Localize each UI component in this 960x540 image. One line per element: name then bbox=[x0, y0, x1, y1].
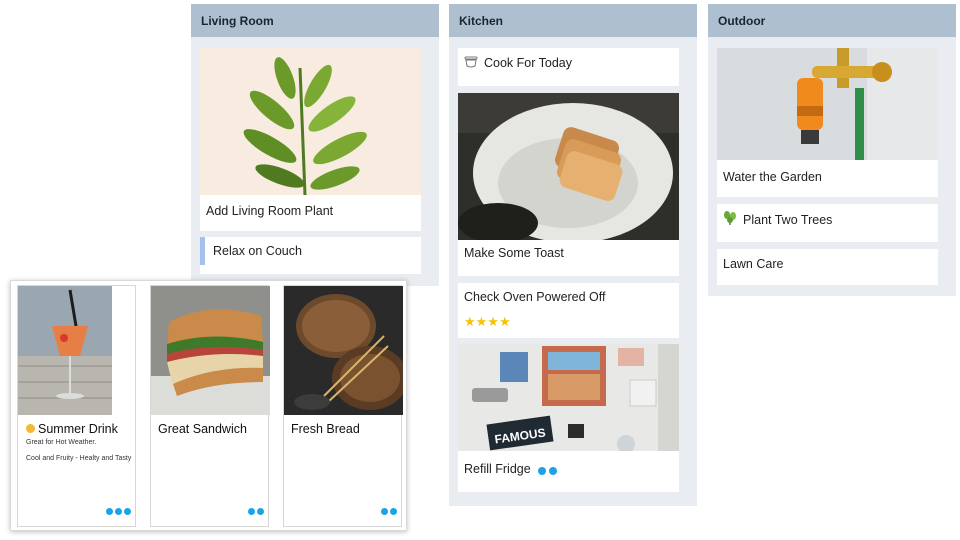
card-title: Check Oven Powered Off bbox=[464, 290, 606, 304]
card-title: Relax on Couch bbox=[213, 244, 302, 258]
card-title: Cook For Today bbox=[484, 56, 573, 70]
popup-card-title: Summer Drink bbox=[38, 422, 118, 436]
column-outdoor: Outdoor Water the Garden Plant Two Trees… bbox=[708, 4, 956, 296]
card-water-the-garden[interactable]: Water the Garden bbox=[717, 48, 938, 197]
sun-icon bbox=[26, 424, 35, 433]
popup-card-description: Great for Hot Weather. bbox=[26, 439, 97, 446]
card-cook-for-today[interactable]: Cook For Today bbox=[458, 48, 679, 86]
popup-card-description: Cool and Fruity - Healty and Tasty bbox=[26, 455, 132, 462]
card-make-some-toast[interactable]: Make Some Toast bbox=[458, 93, 679, 276]
column-header: Kitchen bbox=[449, 4, 697, 37]
status-dot bbox=[115, 508, 122, 515]
status-dot bbox=[248, 508, 255, 515]
status-dots bbox=[381, 502, 399, 520]
card-title: Water the Garden bbox=[723, 170, 822, 184]
sprout-icon bbox=[724, 211, 736, 225]
toast-image bbox=[458, 93, 679, 240]
status-dots bbox=[538, 462, 560, 480]
card-relax-on-couch[interactable]: Relax on Couch bbox=[200, 237, 421, 274]
column-header: Outdoor bbox=[708, 4, 956, 37]
card-title: Add Living Room Plant bbox=[206, 204, 334, 218]
popup-card-title: Great Sandwich bbox=[158, 422, 247, 436]
status-dots bbox=[106, 502, 133, 520]
garden-tap-image bbox=[717, 48, 938, 160]
popup-card-great-sandwich[interactable]: Great Sandwich bbox=[150, 285, 270, 527]
status-dot bbox=[538, 467, 546, 475]
card-add-living-room-plant[interactable]: Add Living Room Plant bbox=[200, 48, 421, 231]
status-dot bbox=[106, 508, 113, 515]
card-title: Plant Two Trees bbox=[743, 213, 833, 227]
recipe-popup-panel: Summer Drink Great for Hot Weather. Cool… bbox=[10, 280, 407, 531]
summer-drink-image bbox=[18, 286, 112, 415]
card-plant-two-trees[interactable]: Plant Two Trees bbox=[717, 204, 938, 242]
card-title: Refill Fridge bbox=[464, 462, 531, 476]
status-dot bbox=[257, 508, 264, 515]
status-dot bbox=[124, 508, 131, 515]
card-title: Make Some Toast bbox=[464, 246, 564, 260]
status-dot bbox=[390, 508, 397, 515]
card-title: Lawn Care bbox=[723, 257, 784, 271]
popup-card-fresh-bread[interactable]: Fresh Bread bbox=[283, 285, 403, 527]
card-refill-fridge[interactable]: FAMOUS Refill Fridge bbox=[458, 344, 679, 492]
status-dot bbox=[381, 508, 388, 515]
card-lawn-care[interactable]: Lawn Care bbox=[717, 249, 938, 285]
status-dot bbox=[549, 467, 557, 475]
column-kitchen: Kitchen Cook For Today Make Some Toast C… bbox=[449, 4, 697, 506]
column-living-room: Living Room Add Living Room Plant Relax … bbox=[191, 4, 439, 286]
column-header: Living Room bbox=[191, 4, 439, 37]
popup-card-title: Fresh Bread bbox=[291, 422, 360, 436]
popup-card-summer-drink[interactable]: Summer Drink Great for Hot Weather. Cool… bbox=[17, 285, 136, 527]
card-accent-bar bbox=[200, 237, 205, 265]
bread-image bbox=[284, 286, 403, 415]
star-rating: ★★★★ bbox=[464, 314, 511, 329]
fridge-image: FAMOUS bbox=[458, 344, 679, 451]
card-check-oven-powered-off[interactable]: Check Oven Powered Off ★★★★ bbox=[458, 283, 679, 338]
status-dots bbox=[248, 502, 266, 520]
sandwich-image bbox=[151, 286, 270, 415]
plant-image bbox=[200, 48, 421, 195]
cooking-pot-icon bbox=[464, 56, 478, 68]
